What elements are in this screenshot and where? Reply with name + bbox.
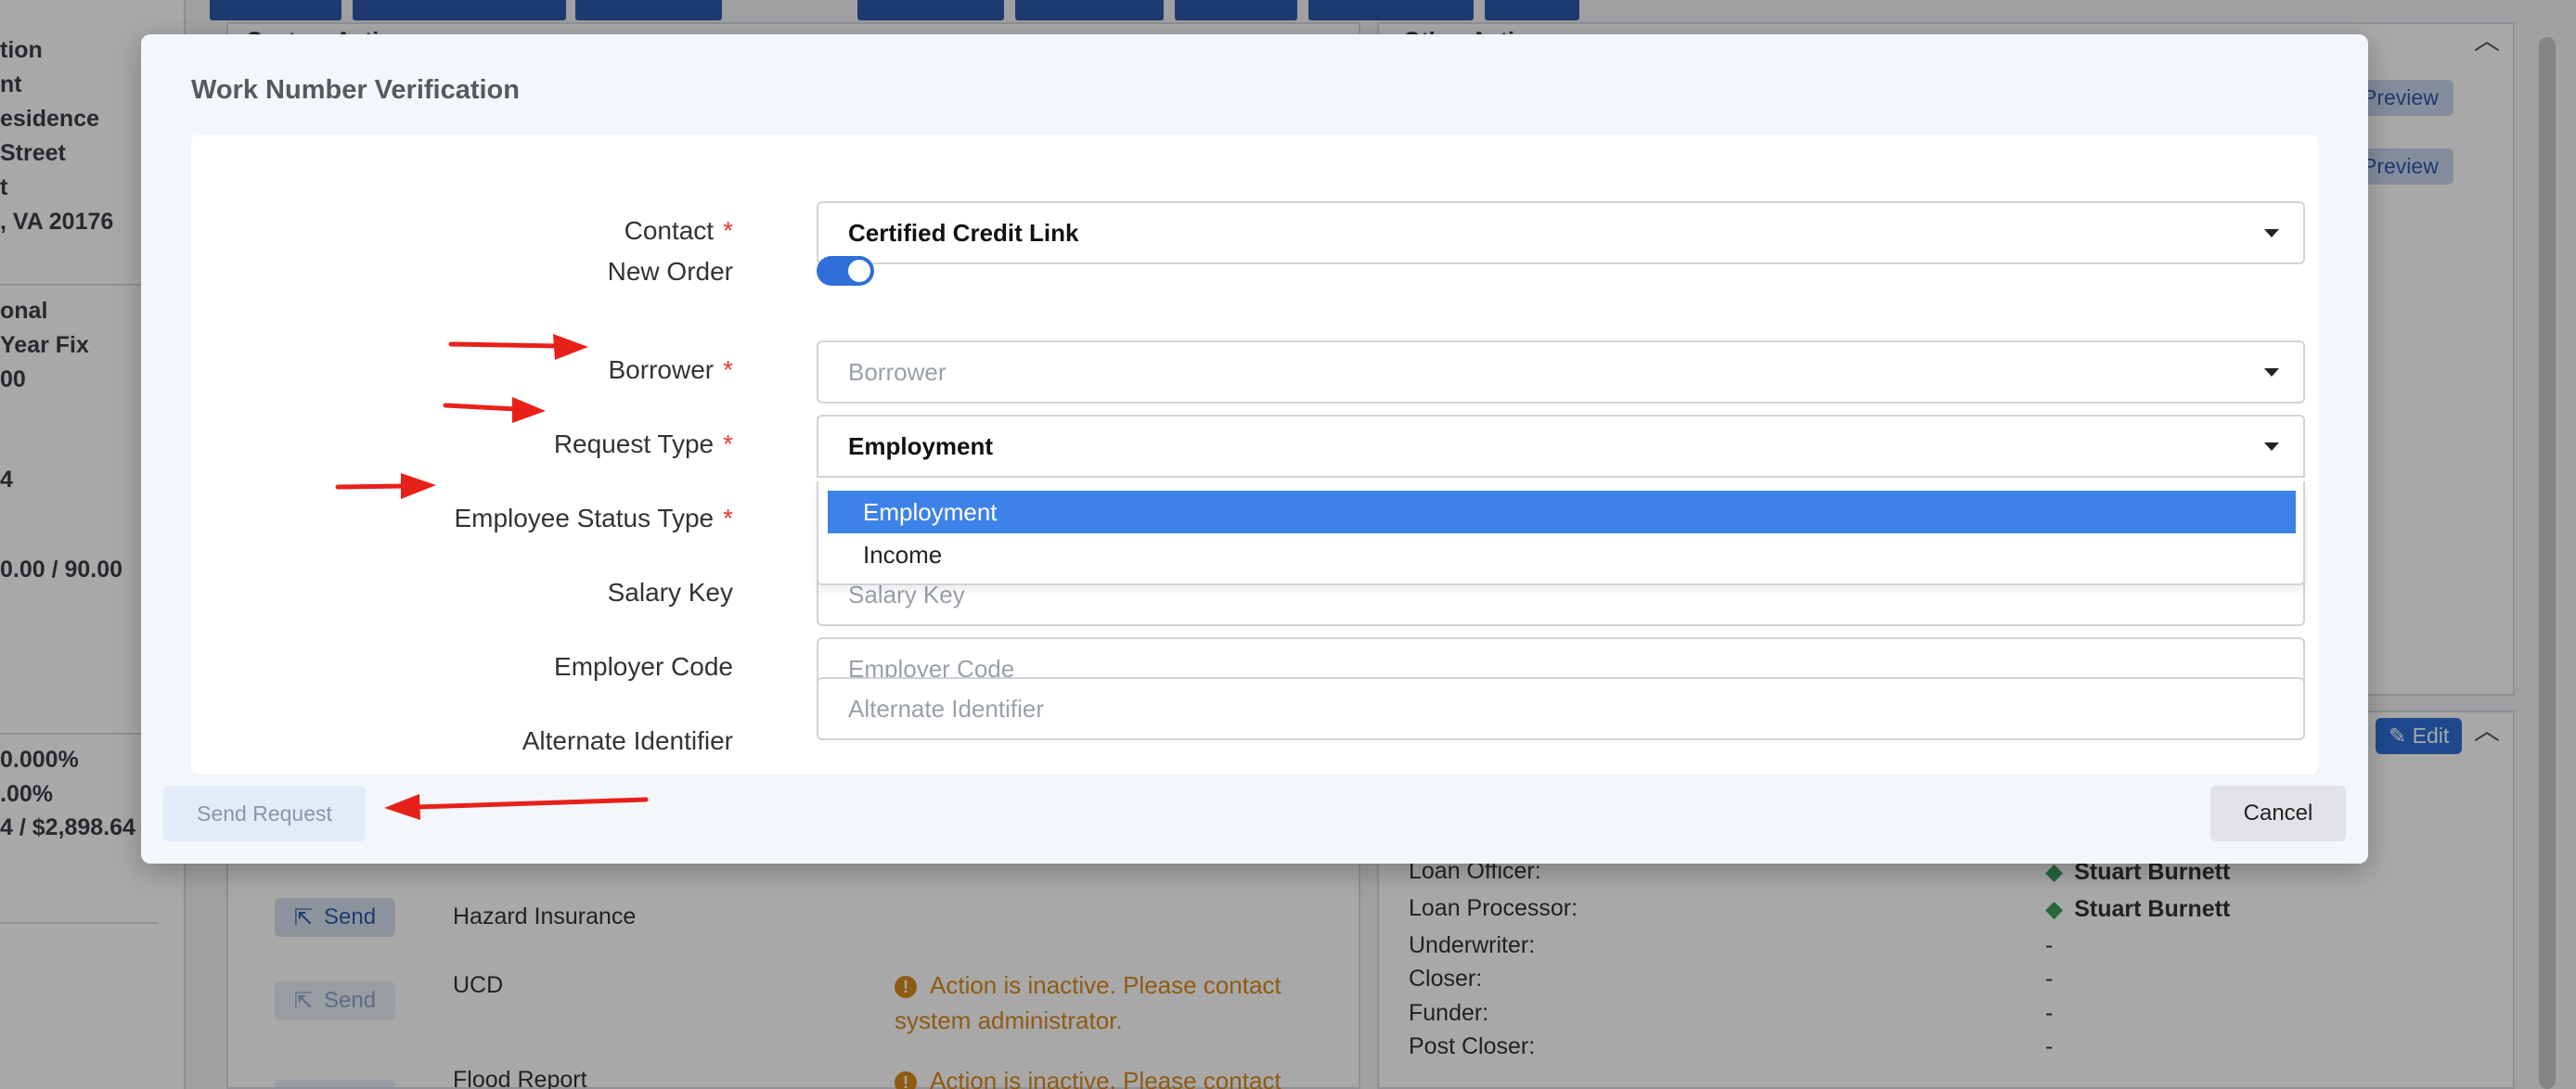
- employee-status-type-label: Employee Status Type *: [454, 504, 733, 533]
- contact-selected-value: Certified Credit Link: [848, 218, 1079, 247]
- borrower-label: Borrower *: [609, 355, 734, 385]
- required-mark: *: [723, 429, 733, 458]
- employee-status-type-label-text: Employee Status Type: [454, 504, 715, 532]
- borrower-select[interactable]: Borrower: [817, 340, 2305, 404]
- salary-key-label: Salary Key: [607, 578, 733, 607]
- option-employment[interactable]: Employment: [828, 491, 2296, 533]
- work-number-verification-modal: Work Number Verification Contact * Certif…: [141, 34, 2368, 864]
- toggle-knob: [848, 260, 870, 282]
- request-type-dropdown: Employment Income: [817, 481, 2305, 585]
- contact-label: Contact *: [625, 216, 733, 246]
- caret-down-icon: [2264, 442, 2279, 451]
- required-mark: *: [723, 355, 733, 384]
- option-income[interactable]: Income: [828, 533, 2296, 576]
- new-order-toggle[interactable]: [817, 256, 874, 286]
- request-type-selected-value: Employment: [848, 431, 994, 460]
- alternate-identifier-label: Alternate Identifier: [522, 726, 733, 755]
- cancel-button[interactable]: Cancel: [2210, 786, 2346, 841]
- alternate-identifier-input[interactable]: [848, 694, 2303, 724]
- request-type-label: Request Type *: [554, 429, 733, 459]
- new-order-label: New Order: [607, 257, 733, 286]
- modal-title: Work Number Verification: [191, 75, 520, 105]
- required-mark: *: [723, 504, 733, 532]
- caret-down-icon: [2264, 229, 2279, 237]
- borrower-label-text: Borrower: [608, 355, 715, 384]
- borrower-placeholder: Borrower: [848, 357, 947, 386]
- contact-label-text: Contact: [624, 216, 715, 245]
- required-mark: *: [723, 216, 733, 245]
- request-type-label-text: Request Type: [553, 429, 715, 458]
- alternate-identifier-input-wrapper: [817, 677, 2305, 740]
- employer-code-label: Employer Code: [554, 652, 733, 681]
- caret-down-icon: [2264, 368, 2279, 377]
- send-request-button[interactable]: Send Request: [163, 786, 366, 841]
- contact-select[interactable]: Certified Credit Link: [817, 201, 2305, 264]
- request-type-select[interactable]: Employment: [817, 415, 2305, 478]
